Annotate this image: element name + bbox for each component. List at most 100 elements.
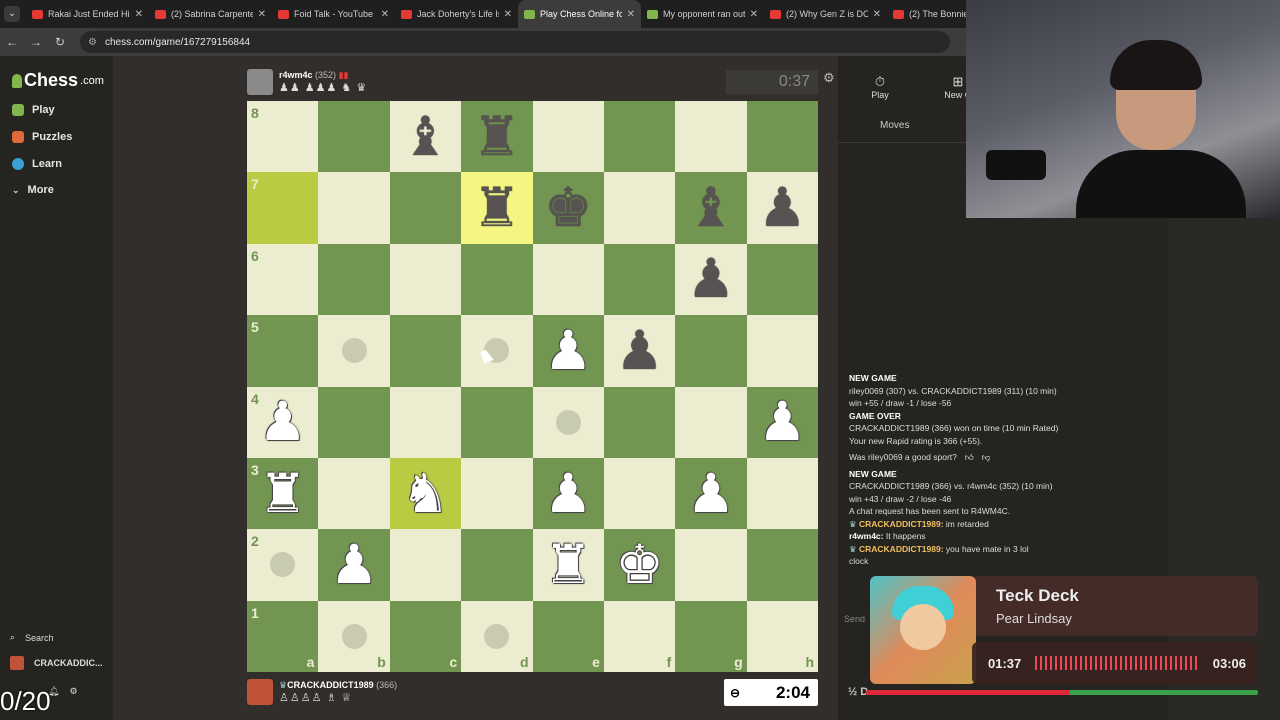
sidebar-item-puzzles[interactable]: Puzzles bbox=[12, 131, 72, 143]
square-e4[interactable] bbox=[532, 386, 604, 458]
close-icon[interactable]: ✕ bbox=[873, 9, 881, 20]
square-h3[interactable] bbox=[746, 457, 818, 530]
opponent-avatar[interactable] bbox=[247, 69, 273, 95]
square-a8[interactable]: 8 bbox=[247, 101, 319, 173]
close-icon[interactable]: ✕ bbox=[750, 9, 758, 20]
square-f1[interactable]: f bbox=[603, 600, 676, 672]
square-f4[interactable] bbox=[603, 386, 676, 458]
square-g8[interactable] bbox=[675, 101, 747, 173]
sidebar-item-play[interactable]: Play bbox=[12, 104, 55, 116]
square-f3[interactable] bbox=[603, 457, 676, 530]
url-field[interactable]: ⚙ chess.com/game/167279156844 bbox=[80, 31, 950, 53]
square-c6[interactable] bbox=[389, 243, 462, 316]
player-name[interactable]: CRACKADDICT1989 bbox=[287, 680, 374, 690]
browser-tab[interactable]: Jack Doherty's Life Is ✕ bbox=[395, 0, 518, 28]
white-pawn-icon[interactable]: ♟ bbox=[687, 466, 735, 521]
square-e1[interactable]: e bbox=[532, 600, 604, 672]
black-rook-icon[interactable]: ♜ bbox=[473, 181, 521, 235]
square-e6[interactable] bbox=[532, 243, 604, 316]
close-icon[interactable]: ✕ bbox=[504, 9, 512, 20]
black-bishop-icon[interactable]: ♝ bbox=[687, 181, 735, 235]
white-pawn-icon[interactable]: ♟ bbox=[330, 537, 378, 592]
square-h6[interactable] bbox=[746, 243, 818, 316]
sidebar-item-learn[interactable]: Learn bbox=[12, 158, 62, 170]
square-e7[interactable]: ♚ bbox=[532, 172, 604, 244]
square-d2[interactable] bbox=[461, 529, 533, 601]
browser-tab[interactable]: Rakai Just Ended His ✕ bbox=[26, 0, 149, 28]
black-pawn-icon[interactable]: ♟ bbox=[615, 323, 663, 378]
chat-username[interactable]: CRACKADDICT1989: bbox=[859, 519, 944, 529]
square-b4[interactable] bbox=[318, 386, 390, 458]
square-g7[interactable]: ♝ bbox=[675, 172, 747, 244]
square-e5[interactable]: ♟ bbox=[532, 315, 604, 387]
thumbs-up-icon[interactable]: 👍︎ bbox=[965, 451, 974, 464]
reload-icon[interactable]: ↻ bbox=[48, 35, 72, 49]
square-b8[interactable] bbox=[318, 101, 390, 173]
black-rook-icon[interactable]: ♜ bbox=[473, 109, 521, 164]
browser-tab[interactable]: Foid Talk - YouTube ✕ bbox=[272, 0, 395, 28]
opponent-name[interactable]: r4wm4c bbox=[279, 70, 313, 80]
white-pawn-icon[interactable]: ♟ bbox=[758, 395, 806, 449]
chat-username[interactable]: CRACKADDICT1989: bbox=[859, 544, 944, 554]
white-king-icon[interactable]: ♚ bbox=[615, 537, 663, 592]
square-d7[interactable]: ♜ bbox=[461, 172, 533, 244]
square-g6[interactable]: ♟ bbox=[675, 243, 747, 316]
sidebar-profile[interactable]: CRACKADDIC... bbox=[10, 656, 103, 670]
back-icon[interactable]: ← bbox=[0, 35, 24, 49]
square-d3[interactable] bbox=[461, 457, 533, 530]
square-d1[interactable]: d bbox=[461, 600, 533, 672]
legal-move-dot[interactable] bbox=[555, 409, 581, 435]
square-b5[interactable] bbox=[318, 315, 390, 387]
browser-tab[interactable]: My opponent ran out ✕ bbox=[641, 0, 764, 28]
square-e8[interactable] bbox=[532, 101, 604, 173]
square-c5[interactable] bbox=[389, 315, 462, 387]
forward-icon[interactable]: → bbox=[24, 35, 48, 49]
square-a7[interactable]: 7 bbox=[247, 172, 319, 244]
white-rook-icon[interactable]: ♜ bbox=[544, 537, 592, 592]
square-d8[interactable]: ♜ bbox=[461, 101, 533, 173]
square-d5[interactable] bbox=[461, 315, 533, 387]
square-f8[interactable] bbox=[603, 101, 676, 173]
square-g5[interactable] bbox=[675, 315, 747, 387]
chat-username[interactable]: r4wm4c: bbox=[849, 531, 884, 541]
square-c8[interactable]: ♝ bbox=[389, 101, 462, 173]
square-g4[interactable] bbox=[675, 386, 747, 458]
white-pawn-icon[interactable]: ♟ bbox=[544, 323, 592, 378]
player-avatar[interactable] bbox=[247, 679, 273, 705]
square-b3[interactable] bbox=[318, 457, 390, 530]
square-a4[interactable]: ♟ 4 bbox=[247, 386, 319, 458]
white-pawn-icon[interactable]: ♟ bbox=[258, 395, 306, 449]
square-h8[interactable] bbox=[746, 101, 818, 173]
square-c2[interactable] bbox=[389, 529, 462, 601]
square-h4[interactable]: ♟ bbox=[746, 386, 818, 458]
black-pawn-icon[interactable]: ♟ bbox=[758, 181, 806, 235]
sidebar-search[interactable]: ⌕ Search bbox=[10, 632, 54, 643]
square-h1[interactable]: h bbox=[746, 600, 818, 672]
square-h2[interactable] bbox=[746, 529, 818, 601]
black-bishop-icon[interactable]: ♝ bbox=[401, 109, 449, 164]
close-icon[interactable]: ✕ bbox=[135, 9, 143, 20]
settings-icon[interactable]: ⚙ bbox=[69, 686, 77, 697]
square-c1[interactable]: c bbox=[389, 600, 462, 672]
browser-tab[interactable]: (2) Why Gen Z is DO ✕ bbox=[764, 0, 887, 28]
white-rook-icon[interactable]: ♜ bbox=[258, 466, 306, 521]
legal-move-dot[interactable] bbox=[341, 338, 367, 364]
board-settings-icon[interactable]: ⚙ bbox=[823, 70, 835, 86]
legal-move-dot[interactable] bbox=[270, 552, 296, 578]
square-c4[interactable] bbox=[389, 386, 462, 458]
site-info-icon[interactable]: ⚙ bbox=[88, 37, 97, 48]
white-pawn-icon[interactable]: ♟ bbox=[544, 466, 592, 521]
square-f7[interactable] bbox=[603, 172, 676, 244]
sidebar-item-more[interactable]: ⌄ More bbox=[12, 184, 54, 196]
close-icon[interactable]: ✕ bbox=[381, 9, 389, 20]
square-b6[interactable] bbox=[318, 243, 390, 316]
chat-input[interactable]: Send bbox=[844, 614, 865, 624]
legal-move-dot[interactable] bbox=[341, 623, 367, 649]
black-king-icon[interactable]: ♚ bbox=[544, 181, 592, 235]
browser-tab[interactable]: Play Chess Online for ✕ bbox=[518, 0, 641, 28]
square-a3[interactable]: ♜ 3 bbox=[247, 457, 319, 530]
square-d6[interactable] bbox=[461, 243, 533, 316]
browser-tab[interactable]: (2) Sabrina Carpenter ✕ bbox=[149, 0, 272, 28]
square-h7[interactable]: ♟ bbox=[746, 172, 818, 244]
square-e3[interactable]: ♟ bbox=[532, 457, 604, 530]
